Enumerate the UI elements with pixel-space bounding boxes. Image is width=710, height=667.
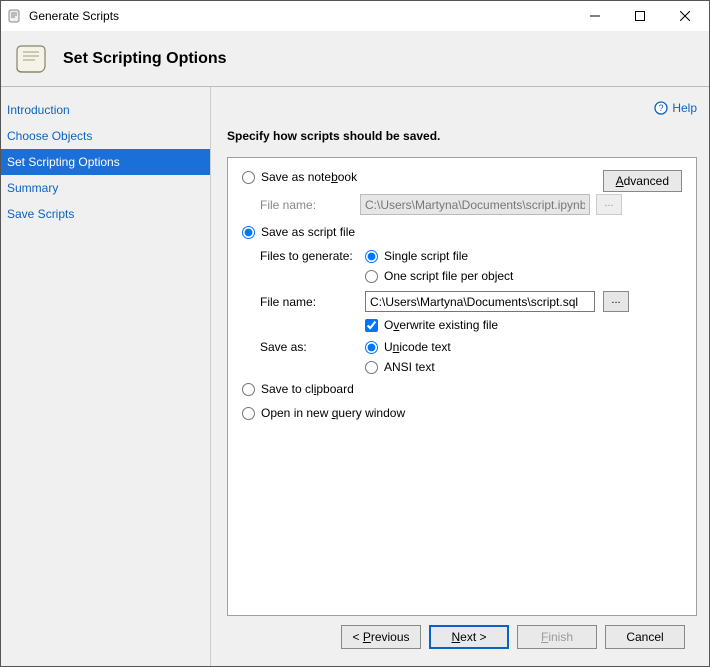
open-newquery-radio[interactable] [242, 407, 255, 420]
scriptfile-filename-label: File name: [260, 295, 365, 309]
save-as-scriptfile-row: Save as script file [242, 225, 682, 239]
help-label: Help [672, 101, 697, 115]
per-object-label: One script file per object [384, 269, 513, 283]
help-icon: ? [654, 101, 668, 115]
save-as-notebook-label: Save as notebook [261, 170, 357, 184]
single-script-radio[interactable] [365, 250, 378, 263]
sidebar-item-save-scripts[interactable]: Save Scripts [1, 201, 210, 227]
ansi-label: ANSI text [384, 360, 435, 374]
sidebar-item-summary[interactable]: Summary [1, 175, 210, 201]
save-as-label: Save as: [260, 340, 365, 354]
notebook-filename-label: File name: [260, 198, 360, 212]
sidebar-item-set-scripting-options[interactable]: Set Scripting Options [1, 149, 210, 175]
advanced-button[interactable]: Advanced [603, 170, 682, 192]
sidebar-item-choose-objects[interactable]: Choose Objects [1, 123, 210, 149]
ansi-radio[interactable] [365, 361, 378, 374]
save-as-notebook-radio[interactable] [242, 171, 255, 184]
previous-button[interactable]: < Previous [341, 625, 421, 649]
save-as-group: Save as: Unicode text ANSI text [260, 340, 682, 374]
single-script-label: Single script file [384, 249, 468, 263]
svg-text:?: ? [659, 103, 664, 113]
files-to-generate-group: Files to generate: Single script file On… [260, 249, 682, 283]
help-link[interactable]: ? Help [654, 101, 697, 115]
instruction-text: Specify how scripts should be saved. [227, 129, 697, 143]
app-icon [7, 8, 23, 24]
wizard-body: Introduction Choose Objects Set Scriptin… [1, 87, 709, 666]
save-as-scriptfile-radio[interactable] [242, 226, 255, 239]
titlebar: Generate Scripts [1, 1, 709, 31]
notebook-browse-button: ... [596, 194, 622, 215]
save-clipboard-radio[interactable] [242, 383, 255, 396]
scriptfile-filename-input[interactable] [365, 291, 595, 312]
cancel-button[interactable]: Cancel [605, 625, 685, 649]
close-button[interactable] [662, 2, 707, 30]
finish-button: Finish [517, 625, 597, 649]
window-controls [572, 2, 707, 30]
next-button[interactable]: Next > [429, 625, 509, 649]
window-title: Generate Scripts [29, 9, 572, 23]
open-newquery-label: Open in new query window [261, 406, 405, 420]
options-panel: Advanced Save as notebook File name: ...… [227, 157, 697, 616]
wizard-header: Set Scripting Options [1, 31, 709, 87]
files-to-generate-label: Files to generate: [260, 249, 365, 263]
overwrite-checkbox[interactable] [365, 319, 378, 332]
overwrite-label: Overwrite existing file [384, 318, 498, 332]
notebook-filename-input [360, 194, 590, 215]
per-object-radio[interactable] [365, 270, 378, 283]
save-as-scriptfile-label: Save as script file [261, 225, 355, 239]
help-row: ? Help [227, 97, 697, 119]
page-title: Set Scripting Options [63, 50, 227, 68]
save-clipboard-row: Save to clipboard [242, 382, 682, 396]
wizard-main: ? Help Specify how scripts should be sav… [211, 87, 709, 666]
minimize-button[interactable] [572, 2, 617, 30]
wizard-footer: < Previous Next > Finish Cancel [227, 616, 697, 658]
sidebar-item-introduction[interactable]: Introduction [1, 97, 210, 123]
save-clipboard-label: Save to clipboard [261, 382, 354, 396]
wizard-window: Generate Scripts Set Scripting Options [0, 0, 710, 667]
scriptfile-browse-button[interactable]: ... [603, 291, 629, 312]
notebook-filename-row: File name: ... [260, 194, 682, 215]
script-page-icon [13, 40, 51, 78]
unicode-label: Unicode text [384, 340, 451, 354]
maximize-button[interactable] [617, 2, 662, 30]
open-newquery-row: Open in new query window [242, 406, 682, 420]
wizard-sidebar: Introduction Choose Objects Set Scriptin… [1, 87, 211, 666]
scriptfile-filename-group: File name: ... Overwrite existing file [260, 291, 682, 332]
unicode-radio[interactable] [365, 341, 378, 354]
